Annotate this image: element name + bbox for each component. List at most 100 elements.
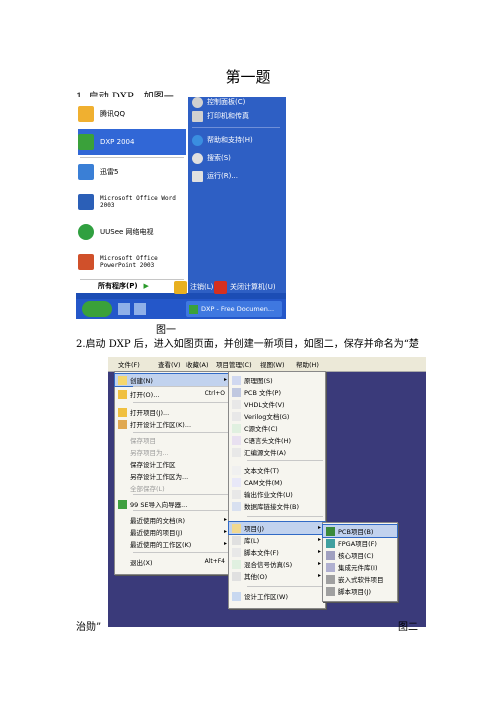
create-submenu-item[interactable]: 文本文件(T) xyxy=(229,464,325,476)
shutdown-button[interactable]: 关闭计算机(U) xyxy=(214,279,276,295)
quicklaunch-icon[interactable] xyxy=(118,303,130,315)
project-submenu-item[interactable]: FPGA项目(F) xyxy=(323,537,397,549)
project-submenu-item[interactable]: 嵌入式软件项目 xyxy=(323,573,397,585)
dxp-icon xyxy=(189,304,198,314)
menu-item-icon xyxy=(118,448,127,457)
menu-window[interactable]: 视图(W) xyxy=(260,359,285,369)
file-menu-item[interactable]: 保存项目 xyxy=(115,434,231,446)
menu-item-label: 最近使用的项目(J) xyxy=(130,529,183,537)
start-right-item[interactable]: 帮助和支持(H) xyxy=(192,131,253,149)
menu-item-label: FPGA项目(F) xyxy=(338,540,377,548)
menu-separator xyxy=(133,402,229,403)
create-submenu-item[interactable]: 输出作业文件(U) xyxy=(229,488,325,500)
menu-separator xyxy=(247,460,323,461)
shortcut-label: Ctrl+O xyxy=(204,390,225,397)
create-submenu-item[interactable]: Verilog文档(G) xyxy=(229,410,325,422)
project-submenu-item[interactable]: PCB项目(B) xyxy=(322,524,398,538)
file-menu-item[interactable]: 保存设计工作区 xyxy=(115,458,231,470)
start-menu-right-pane: 控制面板(C) 打印机和传真 帮助和支持(H) 搜索(S) 运行(R)... xyxy=(188,97,286,293)
menu-item-icon xyxy=(118,407,127,417)
create-submenu-item[interactable]: VHDL文件(V) xyxy=(229,398,325,410)
file-menu-item[interactable]: 另存项目为... xyxy=(115,446,231,458)
taskbar-button-dxp[interactable]: DXP - Free Documen... xyxy=(186,301,282,317)
menu-view[interactable]: 查看(V) xyxy=(158,359,181,369)
menu-item-label: PCB 文件(P) xyxy=(244,389,281,397)
file-menu-item[interactable]: 另存设计工作区为... xyxy=(115,470,231,482)
start-right-item[interactable]: 打印机和传真 xyxy=(192,107,249,125)
power-icon xyxy=(214,280,227,294)
file-menu-item[interactable]: 退出(X) Alt+F4 xyxy=(115,556,231,568)
start-button[interactable] xyxy=(82,301,112,317)
create-submenu-item[interactable]: 设计工作区(W) xyxy=(229,590,325,602)
submenu-arrow-icon: ▸ xyxy=(223,376,227,383)
start-right-item[interactable]: 搜索(S) xyxy=(192,149,231,167)
project-submenu-item[interactable]: 集成元件库(I) xyxy=(323,561,397,573)
create-submenu-item[interactable]: 汇编源文件(A) xyxy=(229,446,325,458)
create-submenu-item[interactable]: PCB 文件(P) xyxy=(229,386,325,398)
file-menu-item[interactable]: 99 SE导入向导器... xyxy=(115,498,231,510)
start-item-dxp[interactable]: DXP 2004 xyxy=(78,129,186,155)
create-submenu-item[interactable]: 原理图(S) xyxy=(229,374,325,386)
create-submenu-item[interactable]: C源文件(C) xyxy=(229,422,325,434)
menu-item-icon xyxy=(232,423,241,433)
file-menu-item[interactable]: 打开(O)... Ctrl+O xyxy=(115,388,231,400)
menu-item-label: 全部保存(L) xyxy=(130,485,165,493)
menu-item-label: Verilog文档(G) xyxy=(244,413,290,421)
search-icon xyxy=(192,152,203,164)
start-right-item[interactable]: 运行(R)... xyxy=(192,167,238,185)
create-submenu-item[interactable]: 其他(O) ▸ xyxy=(229,570,325,582)
start-item-xunlei[interactable]: 迅雷5 xyxy=(78,159,186,185)
menu-item-label: 脚本项目(J) xyxy=(338,588,371,596)
start-item-word[interactable]: Microsoft Office Word 2003 xyxy=(78,187,186,217)
file-menu-item[interactable]: 最近使用的文档(R) ▸ xyxy=(115,514,231,526)
start-item-qq[interactable]: 腾讯QQ xyxy=(78,101,186,127)
start-item-label: UUSee 网络电视 xyxy=(100,228,154,236)
create-submenu-item[interactable]: 库(L) ▸ xyxy=(229,534,325,546)
create-submenu-item[interactable]: 数据库链接文件(B) xyxy=(229,500,325,512)
menu-bar: 文件(F) 查看(V) 收藏(A) 项目管理(C) 视图(W) 帮助(H) xyxy=(108,357,426,372)
project-submenu-item[interactable]: 核心项目(C) xyxy=(323,549,397,561)
menu-help[interactable]: 帮助(H) xyxy=(296,359,319,369)
step-2-text-line1: 2.启动 DXP 后，进入如图页面，并创建一新项目，如图二，保存并命名为“楚 xyxy=(76,339,419,350)
all-programs-button[interactable]: 所有程序(P) ▶ xyxy=(78,280,186,292)
create-submenu-item[interactable]: 脚本文件(F) ▸ xyxy=(229,546,325,558)
file-menu-item[interactable]: 最近使用的项目(J) ▸ xyxy=(115,526,231,538)
project-submenu-item[interactable]: 脚本项目(J) xyxy=(323,585,397,597)
create-submenu: 原理图(S) PCB 文件(P) VHDL文件(V) Verilog文档(G) C源文件… xyxy=(228,371,326,609)
create-submenu-item[interactable]: 混合信号仿真(S) ▸ xyxy=(229,558,325,570)
quicklaunch-icon[interactable] xyxy=(134,303,146,315)
menu-project[interactable]: 项目管理(C) xyxy=(216,359,252,369)
menu-item-icon xyxy=(118,499,127,509)
submenu-arrow-icon: ▸ xyxy=(317,572,321,579)
menu-item-icon xyxy=(232,411,241,421)
create-submenu-item[interactable]: 项目(J) ▸ xyxy=(228,521,326,535)
menu-file[interactable]: 文件(F) xyxy=(118,359,140,369)
menu-item-label: 打开设计工作区(K)... xyxy=(130,421,192,429)
run-icon xyxy=(192,170,203,182)
start-item-powerpoint[interactable]: Microsoft Office PowerPoint 2003 xyxy=(78,247,186,277)
menu-separator xyxy=(247,586,323,587)
menu-item-icon xyxy=(118,558,127,567)
start-item-uusee[interactable]: UUSee 网络电视 xyxy=(78,219,186,245)
create-submenu-item[interactable]: C语言头文件(H) xyxy=(229,434,325,446)
shortcut-label: Alt+F4 xyxy=(204,558,225,565)
file-menu-item[interactable]: 打开项目(J)... xyxy=(115,406,231,418)
menu-item-label: VHDL文件(V) xyxy=(244,401,285,409)
menu-item-label: 项目(J) xyxy=(244,525,264,533)
menu-item-icon xyxy=(118,375,127,385)
file-menu-item[interactable]: 最近使用的工作区(K) ▸ xyxy=(115,538,231,550)
menu-item-label: 设计工作区(W) xyxy=(244,593,288,601)
file-menu-item[interactable]: 全部保存(L) xyxy=(115,482,231,494)
menu-favorites[interactable]: 收藏(A) xyxy=(186,359,209,369)
menu-item-label: 数据库链接文件(B) xyxy=(244,503,300,511)
dxp-icon xyxy=(78,134,94,150)
file-menu-item[interactable]: 打开设计工作区(K)... xyxy=(115,418,231,430)
menu-item-icon xyxy=(118,472,127,481)
file-menu-item[interactable]: 创建(N) ▸ xyxy=(114,373,232,387)
menu-item-label: 99 SE导入向导器... xyxy=(130,501,188,509)
create-submenu-item[interactable]: CAM文件(M) xyxy=(229,476,325,488)
page-title: 第一题 xyxy=(225,68,271,86)
logoff-button[interactable]: 注销(L) xyxy=(174,279,213,295)
all-programs-label: 所有程序(P) xyxy=(98,282,138,290)
menu-item-icon xyxy=(232,535,241,545)
